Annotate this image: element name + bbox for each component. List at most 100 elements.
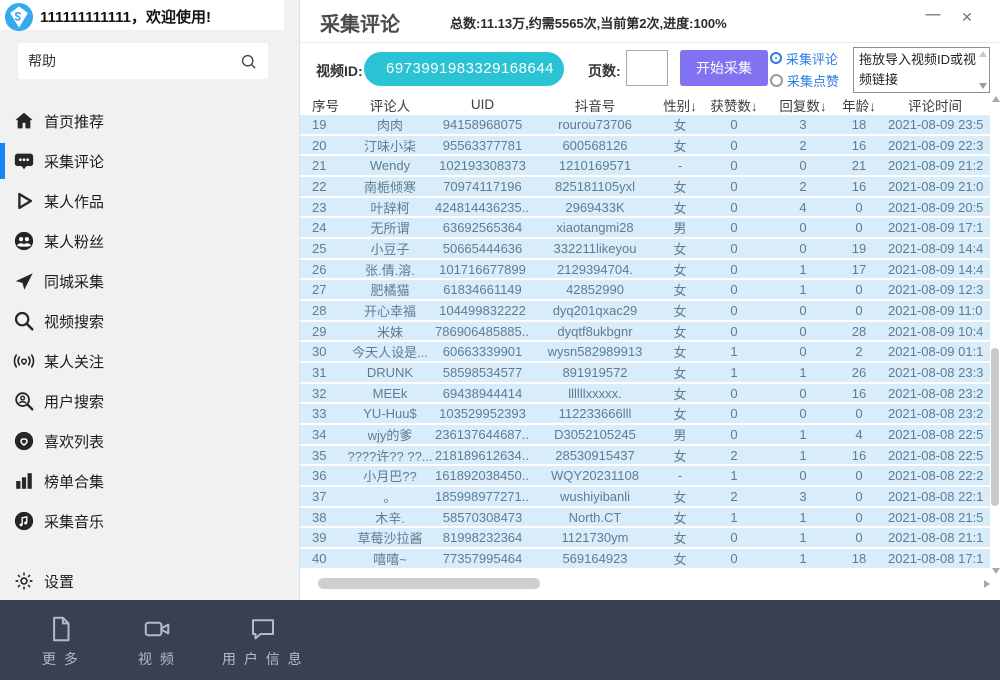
table-cell: 81998232364 [435,530,530,545]
table-row[interactable]: 38木辛.58570308473North.CT女1102021-08-08 2… [300,508,990,529]
table-cell: 32 [300,386,345,401]
column-header[interactable]: 性别↓ [660,95,700,115]
radio-unselected-icon[interactable] [770,74,783,87]
vertical-scrollbar-thumb[interactable] [991,348,999,506]
column-header[interactable]: 获赞数↓ [700,95,768,115]
table-cell: 2021-08-08 21:5 [880,510,990,525]
table-cell: 0 [768,344,838,359]
column-header[interactable]: 回复数↓ [768,95,838,115]
welcome-text: 111111111111，欢迎使用! [40,6,211,27]
table-row[interactable]: 23叶辞柯424814436235...2969433K女0402021-08-… [300,198,990,219]
radio-collect-likes[interactable]: 采集点赞 [770,69,839,91]
pages-input[interactable] [626,50,668,86]
table-cell: 0 [768,303,838,318]
table-row[interactable]: 26张.倩.溶.1017166778992129394704.女01172021… [300,260,990,281]
table-cell: 112233666lll [530,406,660,421]
table-cell: 0 [700,241,768,256]
video-id-input[interactable]: 6973991983329168644 [364,52,564,86]
sidebar-item-user-fans[interactable]: 某人粉丝 [0,221,299,261]
sidebar-item-ranking[interactable]: 榜单合集 [0,461,299,501]
sidebar-item-collect-music[interactable]: 采集音乐 [0,501,299,541]
table-cell: 男 [660,218,700,237]
follow-icon [12,349,36,373]
table-cell: 嘻嘻~ [345,549,435,568]
toolbar-item-label: 用 户 信 息 [222,649,304,669]
sidebar-item-user-works[interactable]: 某人作品 [0,181,299,221]
column-header[interactable]: 抖音号 [530,95,660,115]
video-link-dropzone[interactable]: 拖放导入视频ID或视频链接 [853,47,990,93]
table-row[interactable]: 35????许?? ??...218189612634...2853091543… [300,446,990,467]
table-row[interactable]: 30今天人设是...60663339901wysn582989913女10220… [300,342,990,363]
vscroll-down-icon[interactable] [992,568,1000,574]
toolbar-item-more[interactable]: 更 多 [30,612,92,669]
help-search-input[interactable]: 帮助 [18,43,268,79]
table-row[interactable]: 39草莓沙拉酱819982323641121730ym女0102021-08-0… [300,528,990,549]
table-cell: 3 [768,117,838,132]
table-cell: 28 [300,303,345,318]
table-cell: 0 [768,220,838,235]
close-icon[interactable]: ✕ [956,9,978,35]
table-cell: WQY20231108 [530,468,660,483]
table-cell: 104499832222 [435,303,530,318]
column-header[interactable]: 评论时间 [880,95,990,115]
table-cell: 0 [700,427,768,442]
sidebar-item-city-collect[interactable]: 同城采集 [0,261,299,301]
sidebar-item-like-list[interactable]: 喜欢列表 [0,421,299,461]
video-search-icon [12,309,36,333]
table-row[interactable]: 34wjy的爹236137644687...D3052105245男014202… [300,425,990,446]
table-row[interactable]: 25小豆子50665444636332211likeyou女00192021-0… [300,239,990,260]
home-icon [12,109,36,133]
toolbar-item-user-info[interactable]: 用 户 信 息 [222,612,304,669]
table-row[interactable]: 28开心幸福104499832222dyq201qxac29女0002021-0… [300,301,990,322]
radio-collect-comments[interactable]: 采集评论 [770,47,839,69]
sidebar-item-home[interactable]: 首页推荐 [0,101,299,141]
table-row[interactable]: 24无所谓63692565364xiaotangmi28男0002021-08-… [300,218,990,239]
table-row[interactable]: 27肥橘猫6183466114942852990女0102021-08-09 1… [300,280,990,301]
sidebar-item-label: 首页推荐 [44,111,104,132]
vscroll-up-icon[interactable] [992,96,1000,102]
table-row[interactable]: 29米妹786906485885...dyqtf8ukbgnr女00282021… [300,322,990,343]
hscroll-right-icon[interactable] [984,580,990,588]
column-header[interactable]: UID [435,97,530,112]
search-icon[interactable] [239,52,258,71]
column-header[interactable]: 序号 [300,95,345,115]
table-cell: 0 [768,241,838,256]
table-cell: llllllxxxxx. [530,386,660,401]
minimize-icon[interactable]: — [922,6,944,32]
table-row[interactable]: 36小月巴??161892038450...WQY20231108-100202… [300,466,990,487]
sidebar-item-video-search[interactable]: 视频搜索 [0,301,299,341]
toolbar-item-video[interactable]: 视 频 [126,612,188,669]
table-cell: 2 [768,138,838,153]
start-collect-button[interactable]: 开始采集 [680,50,768,86]
scroll-down-icon[interactable] [979,83,987,89]
table-cell: 0 [700,220,768,235]
table-cell: 0 [700,158,768,173]
table-row[interactable]: 33YU-Huu$103529952393112233666lll女000202… [300,404,990,425]
sidebar-item-settings[interactable]: 设置 [0,561,299,601]
column-header[interactable]: 年龄↓ [838,95,880,115]
sidebar-item-user-search[interactable]: 用户搜索 [0,381,299,421]
table-row[interactable]: 37。185998977271...wushiyibanli女2302021-0… [300,487,990,508]
table-cell: D3052105245 [530,427,660,442]
table-row[interactable]: 19肉肉94158968075rourou73706女03182021-08-0… [300,115,990,136]
table-cell: 女 [660,115,700,134]
table-row[interactable]: 31DRUNK58598534577891919572女11262021-08-… [300,363,990,384]
scroll-up-icon[interactable] [979,51,987,57]
radio-selected-icon[interactable] [772,54,780,62]
sidebar-item-collect-comments[interactable]: 采集评论 [0,141,299,181]
table-cell: 30 [300,344,345,359]
table-row[interactable]: 40嘻嘻~77357995464569164923女01182021-08-08… [300,549,990,570]
horizontal-scrollbar-thumb[interactable] [318,578,540,589]
table-cell: 小月巴?? [345,466,435,485]
column-header[interactable]: 评论人 [345,95,435,115]
table-row[interactable]: 22南栀倾寒70974117196825181105yxl女02162021-0… [300,177,990,198]
table-cell: 2021-08-08 22:5 [880,448,990,463]
table-cell: 2021-08-08 23:2 [880,406,990,421]
table-row[interactable]: 32MEEk69438944414llllllxxxxx.女00162021-0… [300,384,990,405]
table-cell: 58598534577 [435,365,530,380]
table-cell: Wendy [345,158,435,173]
sidebar-item-user-follow[interactable]: 某人关注 [0,341,299,381]
table-cell: 16 [838,179,880,194]
table-row[interactable]: 20汀味小柒95563377781600568126女02162021-08-0… [300,136,990,157]
table-row[interactable]: 21Wendy1021933083731210169571-00212021-0… [300,156,990,177]
